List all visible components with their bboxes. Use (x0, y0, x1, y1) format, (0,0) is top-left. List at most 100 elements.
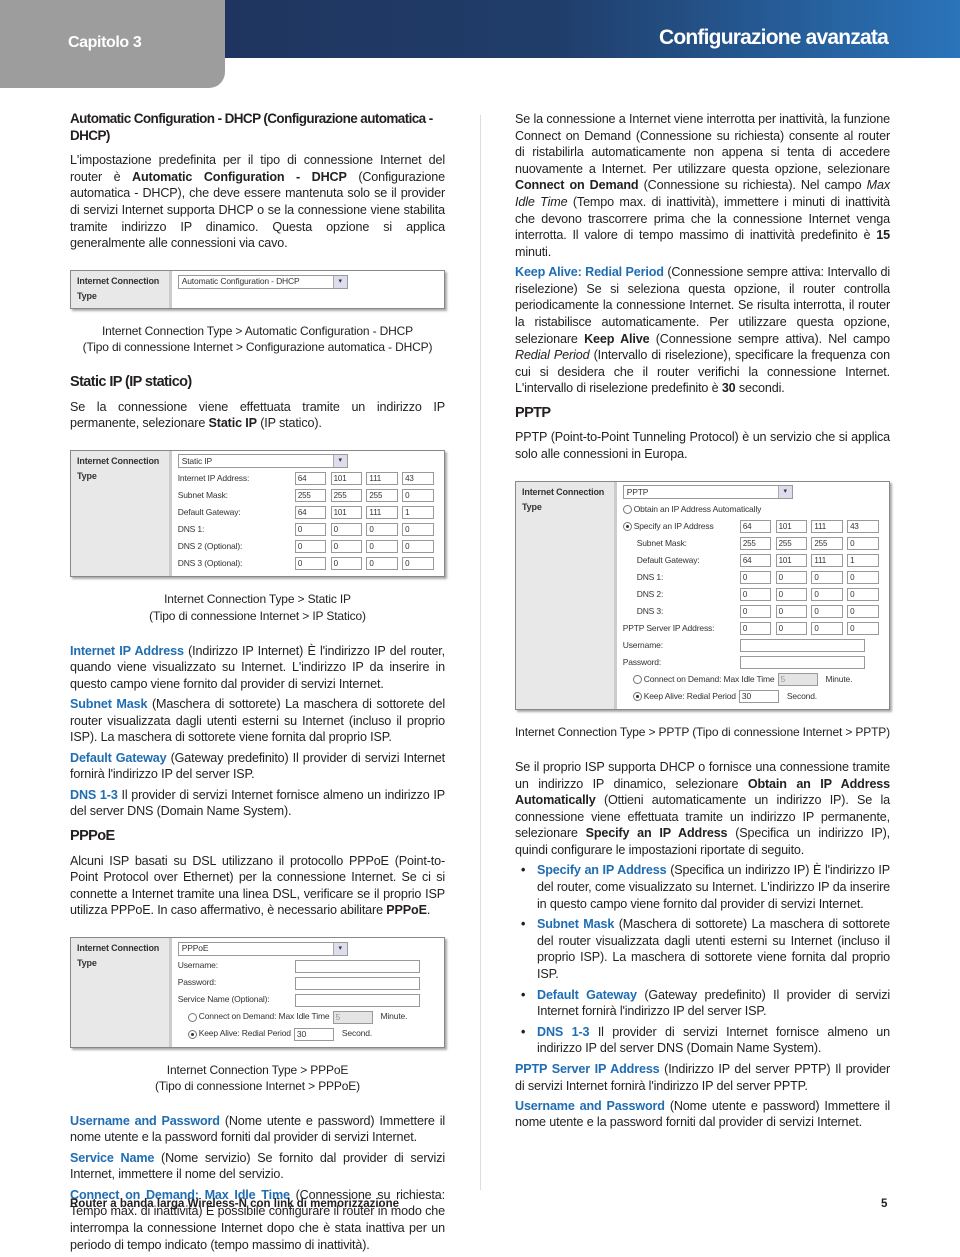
radio-button[interactable] (622, 505, 632, 515)
ip-octet-field[interactable]: 111 (811, 554, 843, 568)
ip-octet-field[interactable]: 0 (775, 588, 808, 602)
header-bar: Configurazione avanzata (225, 0, 960, 58)
ip-octet-field[interactable]: 0 (402, 489, 434, 503)
ip-octet-field[interactable]: 0 (775, 571, 808, 585)
ip-octet-field[interactable]: 0 (294, 557, 327, 571)
ip-octet-field[interactable]: 101 (775, 554, 808, 568)
ip-octet-field[interactable]: 0 (739, 571, 772, 585)
field-label-text: Internet IP Address: (177, 473, 250, 484)
ip-octet-field[interactable]: 64 (294, 506, 327, 520)
connection-type-select[interactable]: Automatic Configuration - DHCP ▾ (177, 274, 348, 289)
caption-line: Internet Connection Type > PPPoE (166, 1062, 349, 1077)
ip-octet-field[interactable]: 0 (294, 523, 327, 537)
ip-octet-field[interactable]: 0 (847, 622, 879, 636)
ip-octet-field[interactable]: 43 (402, 472, 434, 486)
ip-octet-field[interactable]: 0 (330, 557, 363, 571)
ip-octet-field[interactable]: 1 (847, 554, 879, 568)
field-label-text: PPTP Server IP Address: (622, 623, 715, 634)
ip-octet-field[interactable]: 0 (739, 605, 772, 619)
connection-type-select[interactable]: PPPoE ▾ (177, 941, 348, 956)
ip-octet-field[interactable]: 255 (739, 537, 772, 551)
value-field: 5 (777, 673, 818, 687)
field-label-text: Specify an IP Address (633, 521, 714, 532)
screenshot-pppoe: Internet Connection Type PPPoE ▾ Username: P… (70, 936, 445, 1048)
ip-octet-field[interactable]: 255 (366, 489, 398, 503)
ip-octet-field[interactable]: 0 (811, 622, 843, 636)
connection-type-label: Internet Connection Type (71, 450, 172, 577)
ip-address-input: 0000 (739, 588, 883, 602)
ip-octet-field[interactable]: 0 (811, 571, 843, 585)
text-run: (IP statico). (256, 416, 322, 431)
term-label: Username and Password (515, 1098, 665, 1113)
ip-octet-field[interactable]: 0 (330, 523, 363, 537)
ip-octet-field[interactable]: 0 (402, 523, 434, 537)
ip-octet-field[interactable]: 0 (847, 588, 879, 602)
connection-type-select[interactable]: PPTP ▾ (622, 485, 793, 500)
field-label: Subnet Mask: (623, 536, 740, 552)
ip-octet-field[interactable]: 64 (739, 554, 772, 568)
ip-octet-field[interactable]: 101 (330, 506, 363, 520)
radio-button[interactable] (632, 692, 642, 702)
radio-label: Obtain an IP Address Automatically (633, 504, 762, 515)
ip-octet-field[interactable]: 101 (775, 520, 808, 534)
ip-octet-field[interactable]: 1 (402, 506, 434, 520)
caption-line: (Tipo di connessione Internet > Configur… (82, 340, 433, 355)
ip-octet-field[interactable]: 0 (330, 540, 363, 554)
text-field[interactable] (294, 993, 420, 1007)
ip-octet-field[interactable]: 0 (739, 622, 772, 636)
radio-button[interactable] (622, 522, 632, 532)
field-label: Username: (622, 640, 663, 651)
section-heading: Static IP (IP statico) (70, 373, 192, 390)
form-row: DNS 3 (Optional): 0 0 0 0 (178, 555, 438, 572)
ip-octet-field[interactable]: 111 (366, 472, 398, 486)
section-heading: PPPoE (70, 827, 115, 844)
ip-octet-field[interactable]: 0 (294, 540, 327, 554)
ip-octet-field[interactable]: 0 (366, 557, 398, 571)
text-field[interactable] (294, 976, 420, 990)
connection-type-label: Internet Connection Type (71, 270, 172, 308)
ip-octet-field[interactable]: 111 (366, 506, 398, 520)
ip-octet-field[interactable]: 255 (294, 489, 327, 503)
ip-octet-field[interactable]: 255 (330, 489, 363, 503)
ip-octet-field[interactable]: 64 (294, 472, 327, 486)
ip-octet-field[interactable]: 0 (847, 537, 879, 551)
form-row: Username: (623, 637, 883, 654)
ip-octet-field[interactable]: 0 (402, 540, 434, 554)
form-row: Password: (178, 975, 438, 992)
value-field: 5 (332, 1010, 373, 1024)
ip-octet-field[interactable]: 0 (366, 523, 398, 537)
ip-octet-field[interactable]: 43 (847, 520, 879, 534)
form-row: Username: (178, 958, 438, 975)
select-value: PPPoE (181, 942, 209, 953)
text-field[interactable] (294, 959, 420, 973)
radio-button[interactable] (632, 675, 642, 685)
ip-octet-field[interactable]: 111 (811, 520, 843, 534)
text-field[interactable] (739, 639, 865, 653)
ip-octet-field[interactable]: 0 (811, 605, 843, 619)
ip-octet-field[interactable]: 0 (366, 540, 398, 554)
form-row: DNS 3: 0 0 0 0 (623, 603, 883, 620)
footer-product: Router a banda larga Wireless-N con link… (70, 1198, 400, 1210)
ip-octet-field[interactable]: 0 (847, 571, 879, 585)
ip-octet-field[interactable]: 0 (775, 605, 808, 619)
ip-octet-field[interactable]: 255 (811, 537, 843, 551)
field-label-text: Subnet Mask: (636, 538, 687, 549)
ip-octet-field[interactable]: 0 (739, 588, 772, 602)
ip-octet-field[interactable]: 0 (847, 605, 879, 619)
ip-octet-field[interactable]: 64 (739, 520, 772, 534)
ip-octet-field[interactable]: 101 (330, 472, 363, 486)
radio-button[interactable] (187, 1029, 197, 1039)
ip-octet-field[interactable]: 255 (775, 537, 808, 551)
radio-button[interactable] (187, 1012, 197, 1022)
ip-octet-field[interactable]: 0 (775, 622, 808, 636)
ip-address-input: 0000 (294, 523, 438, 537)
field-label-text: DNS 3: (636, 606, 664, 617)
text-field[interactable] (739, 656, 865, 670)
connection-type-select[interactable]: Static IP ▾ (177, 454, 348, 469)
value-field[interactable]: 30 (293, 1027, 334, 1041)
field-label: Username: (177, 960, 218, 971)
ip-octet-field[interactable]: 0 (811, 588, 843, 602)
select-value: PPTP (626, 486, 649, 497)
value-field[interactable]: 30 (738, 690, 779, 704)
ip-octet-field[interactable]: 0 (402, 557, 434, 571)
